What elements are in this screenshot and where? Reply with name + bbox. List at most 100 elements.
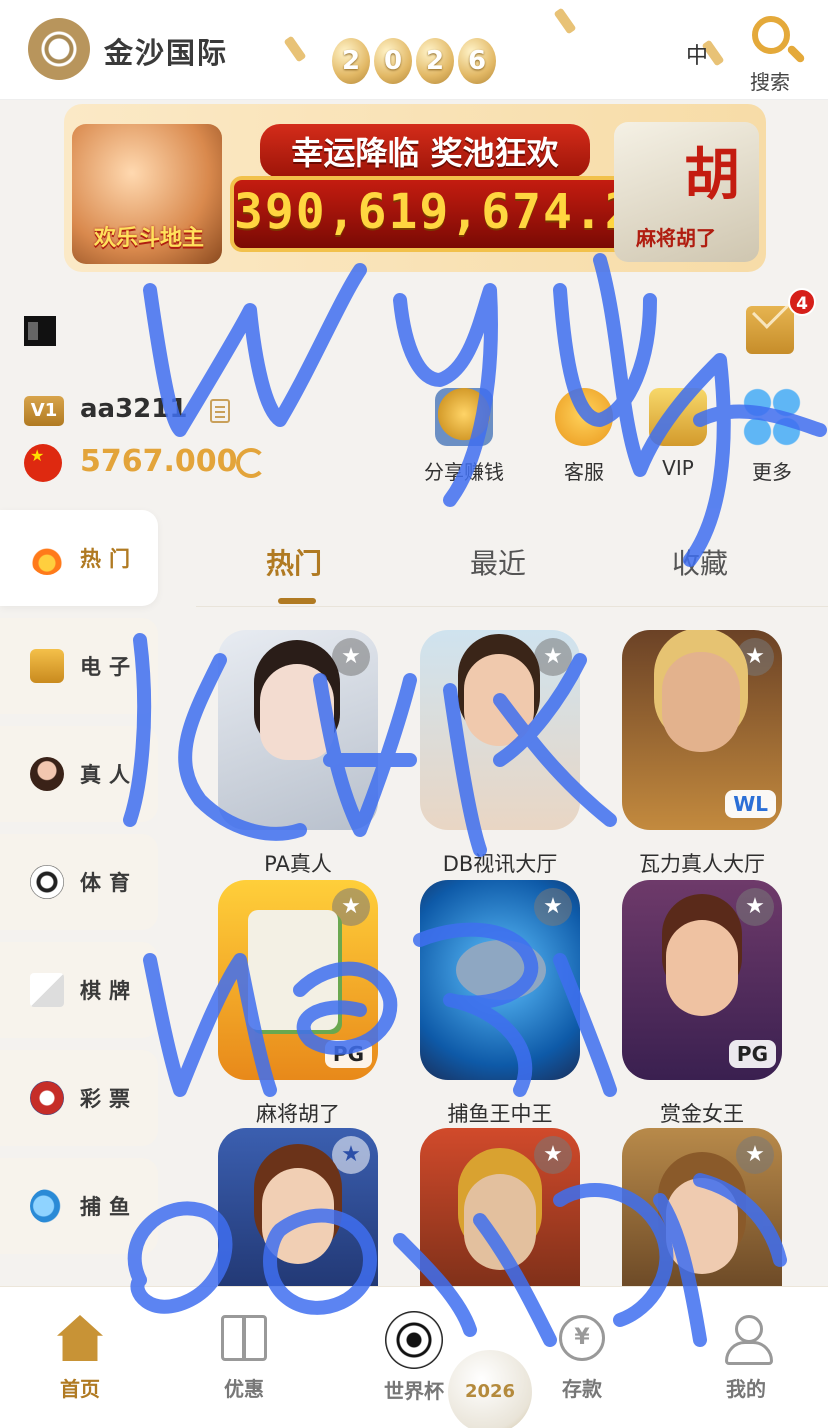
quick-action-more[interactable]: 更多 [728, 388, 816, 485]
yuan-circle-icon: ¥ [559, 1315, 605, 1361]
china-flag-icon [24, 444, 62, 482]
quick-action-label: 分享赚钱 [424, 460, 504, 484]
right-game-big-char: 胡 [684, 142, 740, 208]
divider [196, 606, 828, 607]
bottom-navigation: 首页 优惠 世界杯 ¥ 存款 我的 [0, 1286, 828, 1428]
copy-icon[interactable] [210, 399, 230, 423]
game-card-bounty-queen[interactable]: ★ PG 赏金女王 [622, 880, 782, 1128]
wallet-balance: 5767.000 [80, 444, 238, 479]
quick-action-service[interactable]: 客服 [540, 388, 628, 485]
game-thumbnail: ★ [218, 630, 378, 830]
nav-profile[interactable]: 我的 [696, 1315, 796, 1402]
refresh-icon[interactable] [236, 448, 266, 478]
quick-action-vip[interactable]: VIP [634, 388, 722, 480]
game-card-db-live[interactable]: ★ DB视讯大厅 [420, 630, 580, 878]
doudizhu-promo-image: 欢乐斗地主 [72, 124, 222, 264]
category-fishing[interactable]: 捕鱼 [0, 1158, 158, 1254]
category-sports[interactable]: 体育 [0, 834, 158, 930]
favorite-star-icon[interactable]: ★ [332, 1136, 370, 1174]
nav-label: 存款 [562, 1377, 602, 1401]
nav-promotions[interactable]: 优惠 [194, 1315, 294, 1402]
nav-label: 首页 [60, 1377, 100, 1401]
quick-action-label: 更多 [752, 460, 792, 484]
favorite-star-icon[interactable]: ★ [736, 1136, 774, 1174]
quick-action-label: VIP [662, 456, 694, 480]
vip-crown-icon [649, 388, 707, 446]
category-lottery[interactable]: 彩票 [0, 1050, 158, 1146]
tab-hot[interactable]: 热门 [266, 542, 322, 582]
game-thumbnail: ★ PG [622, 880, 782, 1080]
language-switch[interactable]: 中 [686, 38, 708, 70]
quick-action-share[interactable]: 分享赚钱 [420, 388, 508, 485]
game-name: DB视讯大厅 [442, 852, 558, 876]
category-label: 热门 [80, 547, 138, 571]
provider-logo: PG [728, 1040, 776, 1068]
game-thumbnail: ★ PG [218, 880, 378, 1080]
game-card-fishing-king[interactable]: ★ 捕鱼王中王 [420, 880, 580, 1128]
favorite-star-icon[interactable]: ★ [332, 638, 370, 676]
year-ornament-decoration: 2026 [448, 1350, 532, 1428]
provider-logo: PG [324, 1040, 372, 1068]
tab-recent[interactable]: 最近 [470, 542, 526, 582]
soccer-ball-icon [385, 1311, 443, 1369]
jackpot-counter: 390,619,674.2 [230, 176, 636, 252]
game-card-wl-live[interactable]: ★ WL 瓦力真人大厅 [622, 630, 782, 878]
top-header: 金沙国际 2 0 2 6 中 搜索 [0, 0, 828, 100]
game-thumbnail: ★ WL [622, 630, 782, 830]
favorite-star-icon[interactable]: ★ [534, 888, 572, 926]
slot-777-icon [30, 649, 64, 683]
category-label: 彩票 [80, 1087, 138, 1111]
speaker-icon[interactable] [24, 316, 56, 346]
nav-home[interactable]: 首页 [30, 1315, 130, 1402]
share-coin-icon [435, 388, 493, 446]
favorite-star-icon[interactable]: ★ [332, 888, 370, 926]
search-button[interactable]: 搜索 [742, 10, 804, 94]
headset-smiley-icon [555, 388, 613, 446]
brand-logo-icon[interactable] [28, 18, 90, 80]
category-cards[interactable]: 棋牌 [0, 942, 158, 1038]
game-card-mahjong[interactable]: ★ PG 麻将胡了 [218, 880, 378, 1128]
left-game-title: 欢乐斗地主 [94, 226, 205, 251]
game-thumbnail: ★ [420, 880, 580, 1080]
confetti-decoration [283, 35, 307, 63]
category-slots[interactable]: 电子 [0, 618, 158, 714]
fish-icon [30, 1189, 64, 1223]
favorite-star-icon[interactable]: ★ [534, 1136, 572, 1174]
gift-icon [221, 1315, 267, 1361]
banner-title: 幸运降临 奖池狂欢 [260, 124, 590, 178]
favorite-star-icon[interactable]: ★ [736, 638, 774, 676]
category-label: 电子 [80, 655, 138, 679]
category-label: 体育 [80, 871, 138, 895]
fire-icon [30, 541, 64, 575]
jackpot-banner[interactable]: 欢乐斗地主 幸运降临 奖池狂欢 390,619,674.2 胡 麻将胡了 [64, 104, 766, 272]
provider-logo: WL [725, 790, 776, 818]
game-card-pa-live[interactable]: ★ PA真人 [218, 630, 378, 878]
mail-unread-badge: 4 [788, 288, 816, 316]
mahjong-promo-image: 胡 麻将胡了 [614, 122, 759, 262]
category-hot[interactable]: 热门 [0, 510, 158, 606]
favorite-star-icon[interactable]: ★ [736, 888, 774, 926]
game-name: 瓦力真人大厅 [639, 852, 765, 876]
jackpot-value: 390,619,674.2 [234, 184, 636, 240]
confetti-decoration [553, 7, 577, 35]
lottery-ball-icon [30, 1081, 64, 1115]
four-circles-icon [743, 388, 801, 446]
search-icon [752, 16, 790, 54]
nav-deposit[interactable]: ¥ 存款 [532, 1315, 632, 1402]
quick-action-label: 客服 [564, 460, 604, 484]
game-thumbnail: ★ [420, 630, 580, 830]
live-dealer-icon [30, 757, 64, 791]
category-label: 棋牌 [80, 979, 138, 1003]
search-label: 搜索 [750, 70, 790, 94]
mail-envelope-icon[interactable] [746, 306, 794, 354]
game-name: 捕鱼王中王 [447, 1102, 553, 1126]
username: aa3211 [80, 394, 188, 424]
favorite-star-icon[interactable]: ★ [534, 638, 572, 676]
category-label: 真人 [80, 763, 138, 787]
game-name: 麻将胡了 [256, 1102, 340, 1126]
year-digit: 6 [458, 38, 496, 84]
tab-favorites[interactable]: 收藏 [672, 542, 728, 582]
game-name: 赏金女王 [660, 1102, 744, 1126]
category-live[interactable]: 真人 [0, 726, 158, 822]
year-2026-decoration: 2 0 2 6 [332, 38, 496, 84]
